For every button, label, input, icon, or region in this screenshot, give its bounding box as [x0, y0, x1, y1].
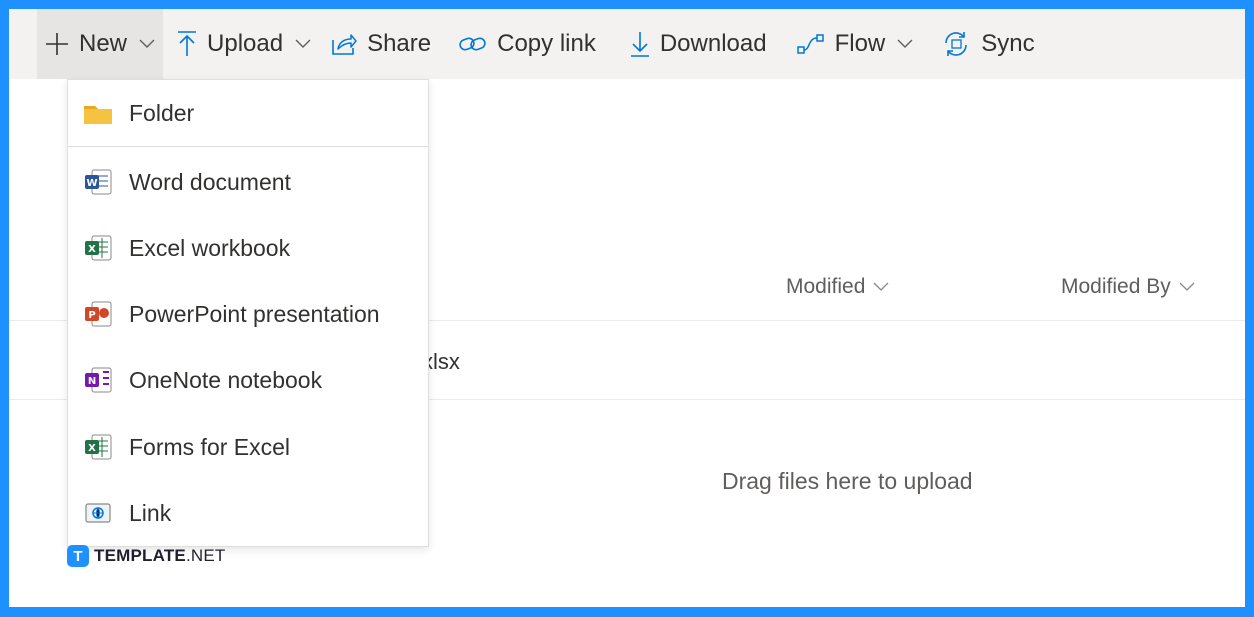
column-header-modified-by[interactable]: Modified By	[1061, 275, 1195, 299]
menu-item-excel-workbook[interactable]: X Excel workbook	[68, 223, 428, 273]
menu-item-label: PowerPoint presentation	[129, 300, 380, 327]
folder-icon	[84, 106, 112, 124]
svg-text:X: X	[88, 443, 96, 454]
powerpoint-icon: P	[85, 301, 112, 327]
watermark-text: TEMPLATE.NET	[94, 546, 225, 566]
chevron-down-icon	[1179, 282, 1195, 291]
excel-icon: X	[85, 434, 112, 460]
menu-item-word-document[interactable]: W Word document	[68, 157, 428, 207]
svg-text:X: X	[88, 244, 96, 255]
app-frame: New Upload Share Copy link Download Flow	[9, 9, 1245, 607]
menu-item-powerpoint-presentation[interactable]: P PowerPoint presentation	[68, 289, 428, 339]
upload-icon	[178, 31, 197, 56]
menu-item-folder[interactable]: Folder	[68, 88, 428, 138]
download-icon	[630, 32, 649, 57]
plus-icon	[46, 33, 68, 55]
drop-zone-hint: Drag files here to upload	[722, 468, 973, 494]
sync-label: Sync	[981, 30, 1035, 57]
share-icon	[332, 34, 357, 55]
word-icon: W	[85, 169, 112, 195]
share-button[interactable]: Share	[323, 9, 439, 79]
excel-icon: X	[85, 235, 112, 261]
chevron-down-icon	[873, 282, 889, 291]
menu-item-label: Word document	[129, 168, 291, 195]
onenote-icon: N	[85, 367, 112, 393]
flow-icon	[796, 34, 824, 54]
upload-button[interactable]: Upload	[169, 9, 319, 79]
menu-item-label: Excel workbook	[129, 234, 291, 261]
menu-item-onenote-notebook[interactable]: N OneNote notebook	[68, 355, 428, 405]
new-label: New	[79, 30, 128, 57]
menu-item-label: Link	[129, 499, 172, 526]
menu-separator	[68, 146, 428, 147]
svg-text:N: N	[88, 376, 96, 387]
flow-label: Flow	[834, 30, 886, 57]
chevron-down-icon	[897, 39, 913, 48]
template-net-watermark: T TEMPLATE.NET	[67, 545, 225, 567]
share-label: Share	[367, 30, 432, 57]
upload-label: Upload	[207, 30, 284, 57]
copy-link-button[interactable]: Copy link	[451, 9, 604, 79]
sync-button[interactable]: Sync	[933, 9, 1042, 79]
watermark-badge: T	[67, 545, 89, 567]
link-icon	[85, 503, 111, 523]
menu-item-label: Folder	[129, 99, 195, 126]
watermark-suffix: .NET	[185, 546, 226, 565]
download-label: Download	[659, 30, 767, 57]
new-button[interactable]: New	[37, 9, 164, 79]
chevron-down-icon	[295, 39, 311, 48]
column-header-modified-label: Modified	[786, 275, 866, 298]
sync-icon	[945, 32, 968, 56]
menu-item-label: Forms for Excel	[129, 433, 291, 460]
column-header-modified-by-label: Modified By	[1061, 275, 1171, 298]
copy-link-label: Copy link	[497, 30, 596, 57]
download-button[interactable]: Download	[622, 9, 775, 79]
watermark-brand: TEMPLATE	[94, 546, 186, 565]
new-dropdown-menu: Folder W Word document X Excel workbook …	[67, 79, 429, 547]
flow-button[interactable]: Flow	[789, 9, 922, 79]
menu-item-label: OneNote notebook	[129, 366, 323, 393]
menu-item-forms-for-excel[interactable]: X Forms for Excel	[68, 422, 428, 472]
svg-text:W: W	[86, 178, 97, 189]
column-header-modified[interactable]: Modified	[786, 275, 889, 299]
menu-item-link[interactable]: Link	[68, 488, 428, 538]
command-bar: New Upload Share Copy link Download Flow	[9, 9, 1245, 79]
chevron-down-icon	[139, 39, 155, 48]
svg-text:P: P	[88, 310, 95, 321]
copy-link-icon	[459, 37, 486, 51]
